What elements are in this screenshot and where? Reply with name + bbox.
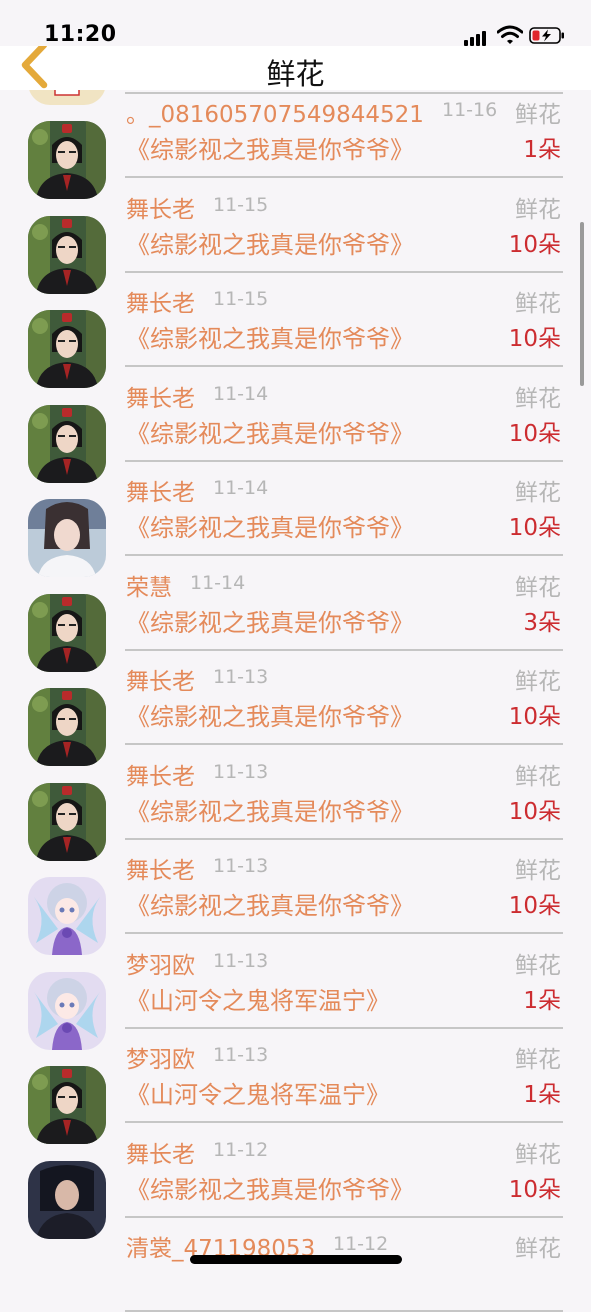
- user-avatar[interactable]: [28, 216, 106, 294]
- book-title: 《山河令之鬼将军温宁》: [126, 1081, 390, 1109]
- gift-quantity: 10朵: [508, 704, 561, 730]
- gift-date: 11-15: [213, 194, 269, 216]
- gift-date: 11-14: [213, 477, 269, 499]
- scroll-indicator[interactable]: [580, 222, 584, 386]
- row-divider: [125, 743, 563, 745]
- gift-date: 11-12: [213, 1139, 269, 1161]
- gift-quantity: 3朵: [523, 610, 561, 636]
- username-label[interactable]: 荣慧: [126, 568, 172, 602]
- user-avatar[interactable]: [28, 121, 106, 199]
- username-label[interactable]: 舞长老: [126, 379, 195, 413]
- book-title: 《综影视之我真是你爷爷》: [126, 420, 414, 448]
- gift-quantity: 10朵: [508, 1177, 561, 1203]
- user-avatar[interactable]: [28, 972, 106, 1050]
- book-title: 《山河令之鬼将军温宁》: [126, 987, 390, 1015]
- username-label[interactable]: 舞长老: [126, 473, 195, 507]
- username-label[interactable]: 舞长老: [126, 190, 195, 224]
- row-divider: [125, 932, 563, 934]
- username-label[interactable]: 舞长老: [126, 662, 195, 696]
- username-label[interactable]: 梦羽欧: [126, 946, 195, 980]
- gift-type-label: 鲜花: [515, 1236, 561, 1262]
- row-divider: [125, 365, 563, 367]
- gift-quantity: 10朵: [508, 326, 561, 352]
- gift-type-label: 鲜花: [515, 197, 561, 223]
- gift-type-label: 鲜花: [515, 1047, 561, 1073]
- user-avatar[interactable]: [28, 1066, 106, 1144]
- book-title: 《综影视之我真是你爷爷》: [126, 609, 414, 637]
- username-label[interactable]: 舞长老: [126, 284, 195, 318]
- gift-type-label: 鲜花: [515, 575, 561, 601]
- gift-type-label: 鲜花: [515, 858, 561, 884]
- gift-type-label: 鲜花: [515, 386, 561, 412]
- username-label[interactable]: 。_081605707549844521: [126, 95, 424, 129]
- gift-date: 11-13: [213, 666, 269, 688]
- book-title: 《综影视之我真是你爷爷》: [126, 892, 414, 920]
- gift-quantity: 10朵: [508, 893, 561, 919]
- gift-date: 11-13: [213, 855, 269, 877]
- book-title: 《综影视之我真是你爷爷》: [126, 325, 414, 353]
- gift-date: 11-12: [333, 1233, 389, 1255]
- gift-date: 11-14: [190, 572, 246, 594]
- book-title: 《综影视之我真是你爷爷》: [126, 136, 414, 164]
- page-title: 鲜花: [266, 57, 325, 91]
- row-divider: [125, 176, 563, 178]
- gift-date: 11-15: [213, 288, 269, 310]
- gift-type-label: 鲜花: [515, 669, 561, 695]
- gift-quantity: 10朵: [508, 421, 561, 447]
- gift-quantity: 1朵: [523, 988, 561, 1014]
- user-avatar[interactable]: [28, 688, 106, 766]
- book-title: 《综影视之我真是你爷爷》: [126, 703, 414, 731]
- gift-type-label: 鲜花: [515, 764, 561, 790]
- gift-quantity: 10朵: [508, 799, 561, 825]
- book-title: 《综影视之我真是你爷爷》: [126, 514, 414, 542]
- gift-type-label: 鲜花: [515, 102, 561, 128]
- wifi-icon: [497, 25, 523, 44]
- user-avatar[interactable]: [28, 594, 106, 672]
- user-avatar[interactable]: [28, 405, 106, 483]
- gift-quantity: 10朵: [508, 232, 561, 258]
- username-label[interactable]: 梦羽欧: [126, 1040, 195, 1074]
- home-indicator[interactable]: [190, 1255, 402, 1264]
- status-bar: 11:20: [0, 0, 591, 47]
- book-title: 《综影视之我真是你爷爷》: [126, 798, 414, 826]
- row-divider: [125, 554, 563, 556]
- battery-low-charging-icon: [529, 27, 564, 44]
- gift-type-label: 鲜花: [515, 480, 561, 506]
- row-divider: [125, 1121, 563, 1123]
- username-label[interactable]: 舞长老: [126, 1135, 195, 1169]
- status-time: 11:20: [44, 22, 117, 47]
- gift-type-label: 鲜花: [515, 1142, 561, 1168]
- gift-date: 11-13: [213, 1044, 269, 1066]
- book-title: 《综影视之我真是你爷爷》: [126, 231, 414, 259]
- gift-date: 11-16: [442, 99, 498, 121]
- gift-date: 11-13: [213, 761, 269, 783]
- username-label[interactable]: 舞长老: [126, 851, 195, 885]
- book-title: 《综影视之我真是你爷爷》: [126, 1176, 414, 1204]
- username-label[interactable]: 舞长老: [126, 757, 195, 791]
- gift-record-row[interactable]: 清裳_471198053 11-12 鲜花: [0, 1161, 591, 1312]
- user-avatar[interactable]: [28, 499, 106, 577]
- gift-date: 11-14: [213, 383, 269, 405]
- gift-date: 11-13: [213, 950, 269, 972]
- user-avatar[interactable]: [28, 310, 106, 388]
- gift-type-label: 鲜花: [515, 291, 561, 317]
- user-avatar[interactable]: [28, 783, 106, 861]
- signal-icon: [464, 30, 490, 46]
- gift-quantity: 1朵: [523, 1082, 561, 1108]
- gift-quantity: 10朵: [508, 515, 561, 541]
- gift-quantity: 1朵: [523, 137, 561, 163]
- gift-type-label: 鲜花: [515, 953, 561, 979]
- user-avatar[interactable]: [28, 1161, 106, 1239]
- user-avatar[interactable]: [28, 877, 106, 955]
